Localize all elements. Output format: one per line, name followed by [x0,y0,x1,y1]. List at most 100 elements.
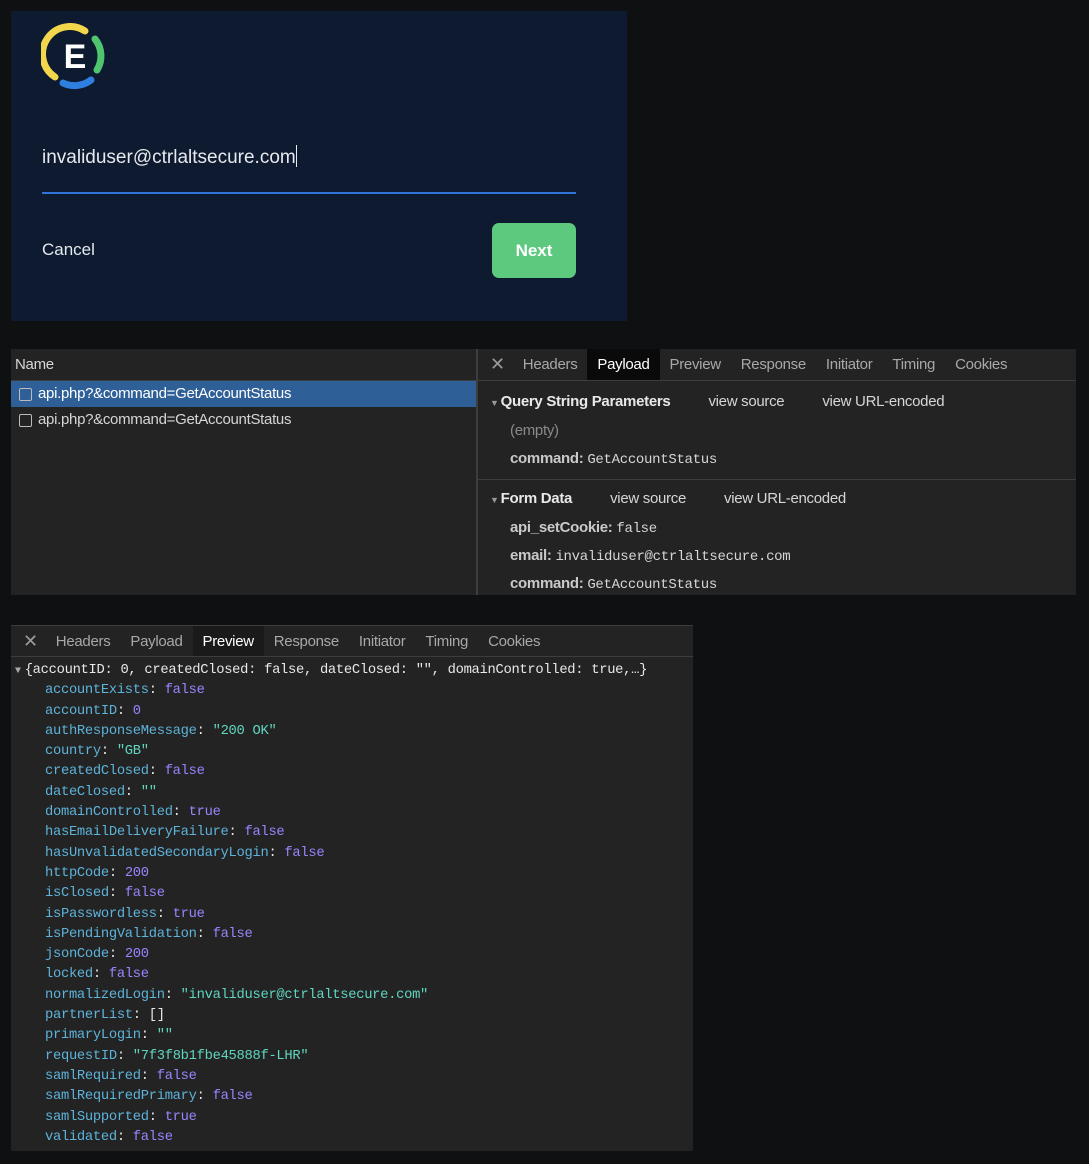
tab-headers[interactable]: Headers [46,626,121,656]
tab-payload[interactable]: Payload [587,349,660,380]
json-object-summary[interactable]: ▼ {accountID: 0, createdClosed: false, da… [11,661,693,681]
json-key: domainControlled [45,805,173,821]
json-field: isClosed: false [11,884,693,904]
json-key: isPasswordless [45,906,157,922]
colon: : [108,865,125,881]
json-key: samlRequired [45,1068,141,1084]
json-value: false [212,1089,253,1105]
json-value: 200 [124,865,149,881]
json-value: "" [156,1028,173,1044]
json-value: false [132,1129,173,1145]
json-key: accountID [45,703,117,719]
json-field: isPasswordless: true [11,905,693,925]
email-input[interactable]: invaliduser@ctrlaltsecure.com [42,145,298,169]
name-column-header[interactable]: Name [11,349,476,381]
tab-preview[interactable]: Preview [192,626,264,656]
tab-response[interactable]: Response [731,349,816,380]
request-checkbox[interactable] [19,387,32,401]
request-row[interactable]: api.php?&command=GetAccountStatus [11,407,476,433]
text-caret [295,145,298,167]
tab-cookies[interactable]: Cookies [945,349,1017,380]
network-panel: Name api.php?&command=GetAccountStatus ap… [11,349,1076,595]
query-string-section: ▼ Query String Parameters view source vie… [478,381,1076,480]
tab-response[interactable]: Response [264,626,349,656]
tab-initiator[interactable]: Initiator [349,626,416,656]
request-name: api.php?&command=GetAccountStatus [38,411,292,428]
json-value: true [188,805,221,821]
tab-payload[interactable]: Payload [120,626,192,656]
tab-preview[interactable]: Preview [660,349,731,380]
json-key: accountExists [45,683,149,699]
json-key: createdClosed [45,764,149,780]
form-param: email: invaliduser@ctrlaltsecure.com [510,547,791,565]
colon: : [164,987,181,1003]
detail-tabs: ✕ Headers Payload Preview Response Initiator T… [11,626,693,657]
json-value: false [108,967,149,983]
json-value: [] [148,1008,165,1024]
json-field: country: "GB" [11,742,693,762]
view-url-encoded-link[interactable]: view URL-encoded [822,393,944,410]
json-key: authResponseMessage [45,723,197,739]
form-data-toggle[interactable]: ▼ Form Data [490,490,572,507]
json-key: locked [45,967,93,983]
json-key: isPendingValidation [45,926,197,942]
json-field: domainControlled: true [11,803,693,823]
json-value: "7f3f8b1fbe45888f-LHR" [132,1048,309,1064]
colon: : [196,926,213,942]
json-field: primaryLogin: "" [11,1026,693,1046]
colon: : [196,723,213,739]
next-button[interactable]: Next [492,223,576,278]
json-value: "200 OK" [212,723,277,739]
tab-initiator[interactable]: Initiator [816,349,883,380]
json-value: 0 [132,703,141,719]
json-key: primaryLogin [45,1028,141,1044]
json-value: false [156,1068,197,1084]
json-field: partnerList: [] [11,1006,693,1026]
triangle-down-icon: ▼ [490,494,499,505]
tab-timing[interactable]: Timing [882,349,945,380]
json-field: samlSupported: true [11,1108,693,1128]
empty-label: (empty) [510,422,559,439]
json-field: normalizedLogin: "invaliduser@ctrlaltsec… [11,986,693,1006]
view-url-encoded-link[interactable]: view URL-encoded [724,490,846,507]
close-icon[interactable]: ✕ [478,349,513,380]
json-value: "" [140,784,157,800]
request-name: api.php?&command=GetAccountStatus [38,385,292,402]
triangle-down-icon: ▼ [490,397,499,408]
tab-cookies[interactable]: Cookies [478,626,550,656]
colon: : [140,1068,157,1084]
email-input-underline [42,192,576,194]
json-value: false [124,886,165,902]
preview-panel: ✕ Headers Payload Preview Response Initiator T… [11,625,693,1151]
svg-text:E: E [64,38,87,76]
query-string-toggle[interactable]: ▼ Query String Parameters [490,392,671,410]
triangle-down-icon: ▼ [15,666,21,677]
colon: : [108,886,125,902]
cancel-button[interactable]: Cancel [42,240,95,260]
json-key: validated [45,1129,117,1145]
json-field: isPendingValidation: false [11,925,693,945]
json-value: "invaliduser@ctrlaltsecure.com" [180,987,429,1003]
json-field: samlRequired: false [11,1067,693,1087]
json-field: requestID: "7f3f8b1fbe45888f-LHR" [11,1047,693,1067]
json-field: samlRequiredPrimary: false [11,1087,693,1107]
view-source-link[interactable]: view source [708,393,784,410]
tab-headers[interactable]: Headers [513,349,588,380]
json-field: hasEmailDeliveryFailure: false [11,823,693,843]
request-list: Name api.php?&command=GetAccountStatus ap… [11,349,478,595]
request-detail: ✕ Headers Payload Preview Response Initiator T… [478,349,1076,595]
logo-icon: E [41,23,105,90]
tab-timing[interactable]: Timing [415,626,478,656]
view-source-link[interactable]: view source [610,490,686,507]
section-title: Query String Parameters [500,392,671,410]
colon: : [148,1109,165,1125]
colon: : [156,906,173,922]
colon: : [228,825,245,841]
json-value: true [172,906,205,922]
close-icon[interactable]: ✕ [11,626,46,656]
json-value: false [164,683,205,699]
json-key: samlRequiredPrimary [45,1089,197,1105]
request-checkbox[interactable] [19,413,32,427]
request-row[interactable]: api.php?&command=GetAccountStatus [11,381,476,407]
form-data-section: ▼ Form Data view source view URL-encoded … [478,480,1076,598]
